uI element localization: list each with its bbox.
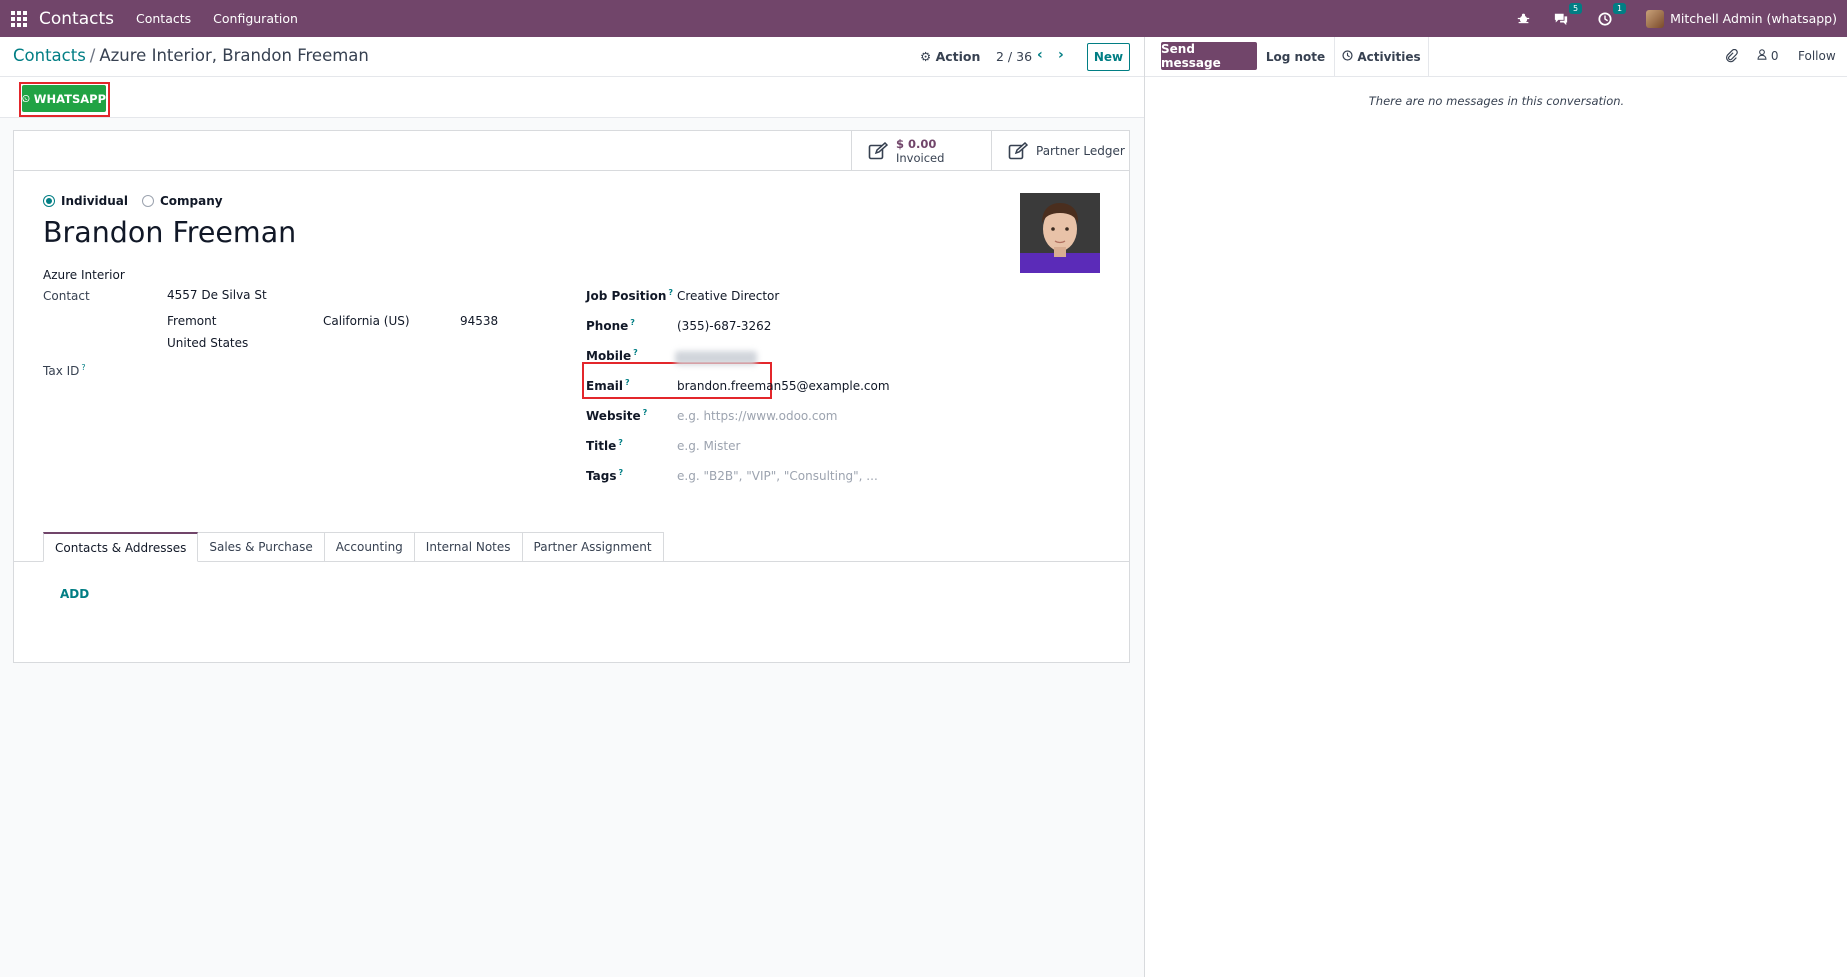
user-avatar <box>1646 9 1665 28</box>
navbar-systray: 5 1 Mitchell Admin (whatsapp) <box>1514 0 1837 37</box>
clock-icon <box>1342 50 1353 64</box>
tags-field[interactable]: e.g. "B2B", "VIP", "Consulting", ... <box>677 469 878 483</box>
job-position-label: Job Position? <box>586 288 674 303</box>
phone-label: Phone? <box>586 318 635 333</box>
invoiced-label: Invoiced <box>896 150 945 165</box>
radio-individual[interactable] <box>43 195 55 207</box>
activities-button[interactable]: Activities <box>1335 37 1429 77</box>
title-label: Title? <box>586 438 623 453</box>
activities-badge: 1 <box>1613 2 1627 14</box>
form-sheet: $ 0.00 Invoiced Partner Ledger Individua… <box>13 130 1130 663</box>
tags-label: Tags? <box>586 468 624 483</box>
breadcrumb-current: Azure Interior, Brandon Freeman <box>99 46 369 65</box>
zip-field[interactable]: 94538 <box>460 314 498 328</box>
state-field[interactable]: California (US) <box>323 314 410 328</box>
tab-accounting[interactable]: Accounting <box>324 532 415 562</box>
email-label: Email? <box>586 378 630 393</box>
notebook-tabs: Contacts & Addresses Sales & Purchase Ac… <box>43 532 664 562</box>
contact-label: Contact <box>43 289 90 303</box>
followers-button[interactable]: 0 <box>1757 49 1778 63</box>
send-message-button[interactable]: Send message <box>1161 42 1257 70</box>
invoiced-value: $ 0.00 <box>896 136 937 151</box>
apps-menu-icon[interactable] <box>11 10 27 27</box>
action-label: Action <box>935 49 981 64</box>
radio-individual-label[interactable]: Individual <box>61 194 128 208</box>
email-field[interactable]: brandon.freeman55@example.com <box>677 379 890 393</box>
tab-internal-notes[interactable]: Internal Notes <box>414 532 523 562</box>
pencil-square-icon <box>868 141 889 160</box>
bug-icon[interactable] <box>1514 10 1532 28</box>
street-field[interactable]: 4557 De Silva St <box>167 288 267 302</box>
log-note-button[interactable]: Log note <box>1257 37 1335 77</box>
tab-partner-assignment[interactable]: Partner Assignment <box>522 532 664 562</box>
gear-icon: ⚙ <box>920 49 932 64</box>
messages-badge: 5 <box>1569 2 1583 14</box>
tax-id-label: Tax ID? <box>43 363 86 378</box>
no-messages-text: There are no messages in this conversati… <box>1368 94 1625 108</box>
breadcrumb: Contacts / Azure Interior, Brandon Freeman <box>13 46 369 65</box>
tab-sales-purchase[interactable]: Sales & Purchase <box>198 532 325 562</box>
followers-count: 0 <box>1770 49 1779 63</box>
whatsapp-icon <box>22 94 30 103</box>
whatsapp-button[interactable]: WHATSAPP <box>22 85 106 112</box>
radio-company-label[interactable]: Company <box>160 194 223 208</box>
follow-button[interactable]: Follow <box>1798 49 1836 63</box>
user-name: Mitchell Admin (whatsapp) <box>1670 11 1837 26</box>
phone-field[interactable]: (355)-687-3262 <box>677 319 771 333</box>
website-label: Website? <box>586 408 648 423</box>
pager-previous-icon[interactable]: ‹ <box>1037 47 1043 63</box>
partner-photo[interactable] <box>1020 193 1100 273</box>
top-navbar: Contacts Contacts Configuration 5 1 Mitc… <box>0 0 1847 37</box>
website-field[interactable]: e.g. https://www.odoo.com <box>677 409 838 423</box>
mobile-label: Mobile? <box>586 348 638 363</box>
company-type-radio: Individual Company <box>43 194 223 208</box>
chatter-panel: Send message Log note Activities 0 Follo… <box>1144 37 1847 977</box>
form-statusbar: WHATSAPP <box>0 77 1144 118</box>
partner-ledger-label: Partner Ledger <box>1036 144 1125 158</box>
app-brand[interactable]: Contacts <box>39 9 114 29</box>
whatsapp-label: WHATSAPP <box>33 91 106 106</box>
activities-label: Activities <box>1357 50 1421 64</box>
country-field[interactable]: United States <box>167 336 248 350</box>
parent-company-field[interactable]: Azure Interior <box>43 268 125 282</box>
stat-button-box: $ 0.00 Invoiced Partner Ledger <box>14 131 1129 171</box>
menu-contacts[interactable]: Contacts <box>136 11 191 26</box>
activities-clock-icon[interactable]: 1 <box>1596 2 1627 28</box>
partner-ledger-button[interactable]: Partner Ledger <box>991 131 1129 171</box>
invoiced-stat-button[interactable]: $ 0.00 Invoiced <box>851 131 991 171</box>
tab-contacts-addresses[interactable]: Contacts & Addresses <box>43 532 199 562</box>
paperclip-icon[interactable] <box>1725 48 1738 67</box>
mobile-field-blurred[interactable] <box>675 351 757 365</box>
breadcrumb-separator: / <box>89 46 96 65</box>
pencil-square-icon <box>1008 141 1029 160</box>
pager-value[interactable]: 2 / 36 <box>996 49 1032 64</box>
messages-icon[interactable]: 5 <box>1552 2 1583 28</box>
job-position-field[interactable]: Creative Director <box>677 289 779 303</box>
partner-name-field[interactable]: Brandon Freeman <box>43 216 296 249</box>
chatter-topbar: Send message Log note Activities 0 Follo… <box>1145 37 1847 77</box>
city-field[interactable]: Fremont <box>167 314 216 328</box>
user-menu[interactable]: Mitchell Admin (whatsapp) <box>1646 9 1837 28</box>
title-field[interactable]: e.g. Mister <box>677 439 740 453</box>
user-icon <box>1757 49 1771 63</box>
pager-next-icon[interactable]: › <box>1058 47 1064 63</box>
action-button[interactable]: ⚙ Action <box>920 49 980 64</box>
add-contact-button[interactable]: ADD <box>60 587 89 601</box>
new-button[interactable]: New <box>1087 43 1130 71</box>
control-panel: Contacts / Azure Interior, Brandon Freeman… <box>0 37 1144 77</box>
radio-company[interactable] <box>142 195 154 207</box>
menu-configuration[interactable]: Configuration <box>213 11 298 26</box>
breadcrumb-contacts-link[interactable]: Contacts <box>13 46 86 65</box>
